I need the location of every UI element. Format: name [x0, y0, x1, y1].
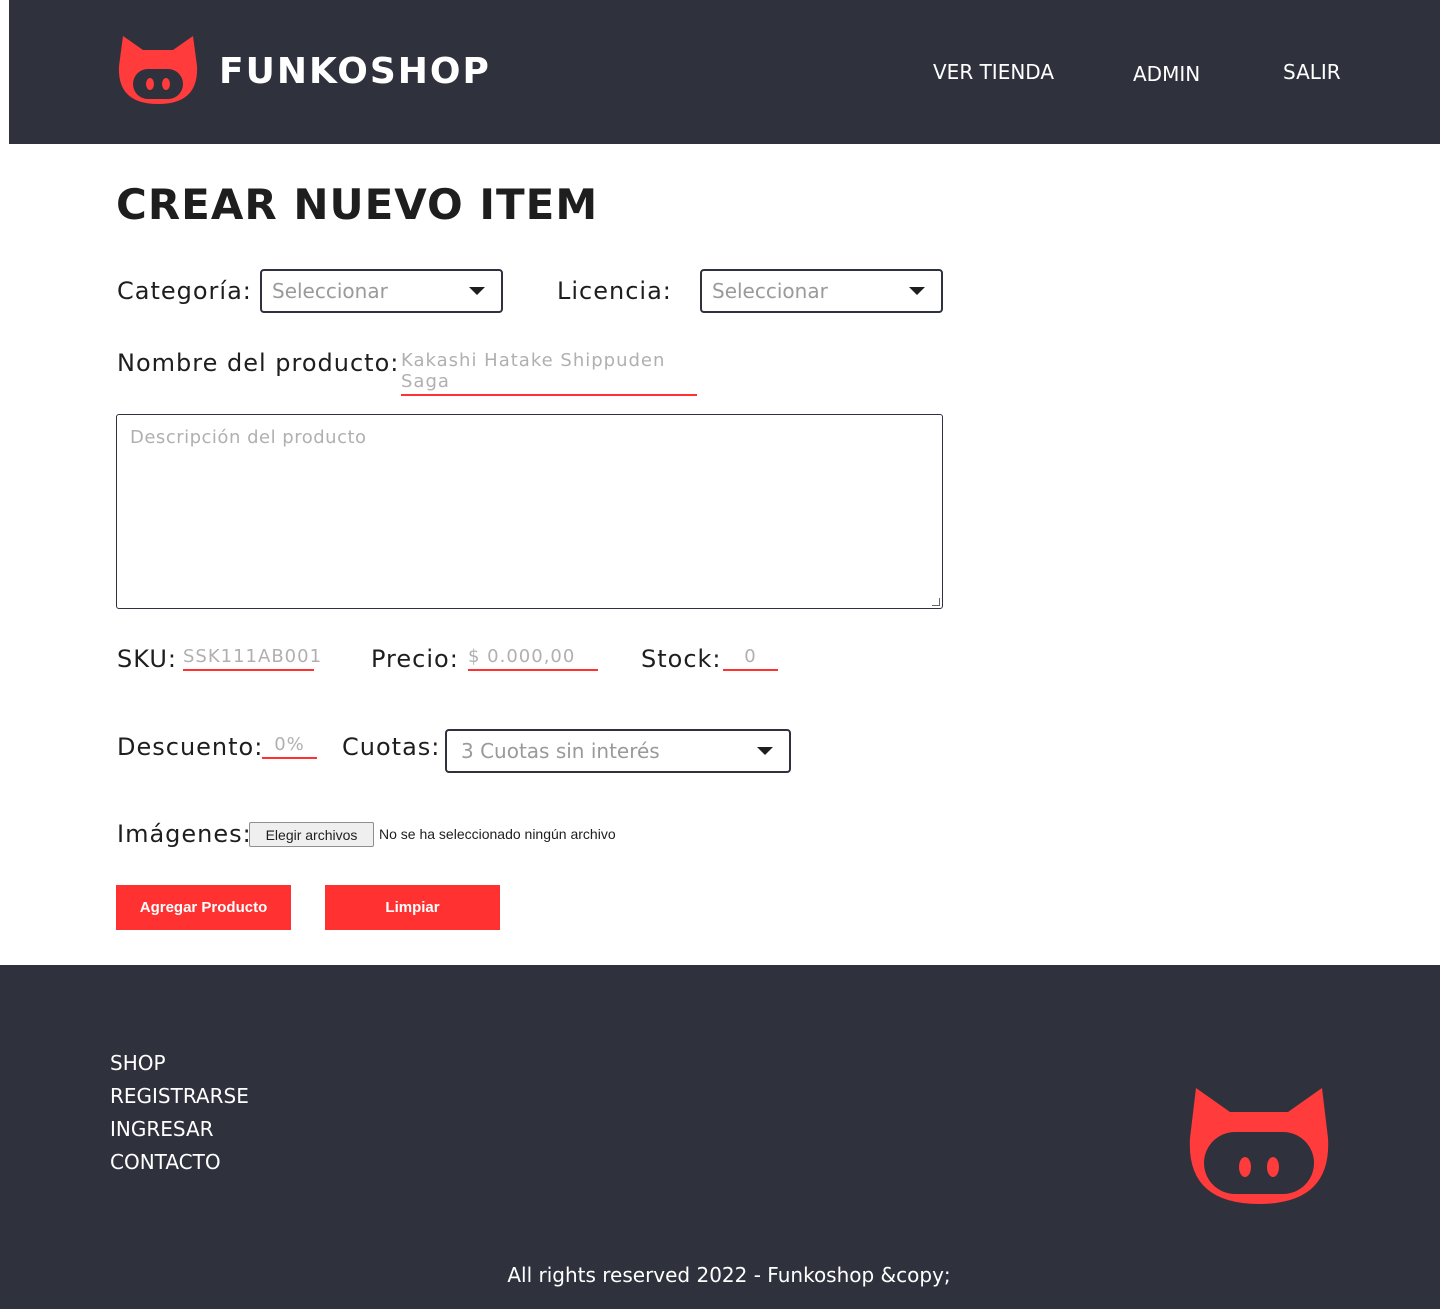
cuotas-label: Cuotas: [342, 733, 441, 761]
footer-link-ingresar[interactable]: INGRESAR [110, 1117, 214, 1141]
file-choose-button[interactable]: Elegir archivos [249, 822, 374, 847]
nombre-input[interactable]: Kakashi Hatake Shippuden Saga [401, 350, 697, 396]
limpiar-button[interactable]: Limpiar [325, 885, 500, 930]
caret-down-icon [909, 287, 925, 295]
sku-input[interactable]: SSK111AB001 [183, 646, 321, 671]
licencia-select[interactable]: Seleccionar [700, 269, 943, 313]
descripcion-placeholder: Descripción del producto [130, 427, 367, 448]
cuotas-select[interactable]: 3 Cuotas sin interés [445, 729, 791, 773]
footer-link-shop[interactable]: SHOP [110, 1051, 166, 1075]
nav-admin[interactable]: ADMIN [1133, 62, 1200, 86]
precio-label: Precio: [371, 645, 459, 673]
page-title: CREAR NUEVO ITEM [116, 180, 599, 229]
agregar-producto-button[interactable]: Agregar Producto [116, 885, 291, 930]
site-header: FUNKOSHOP VER TIENDA ADMIN SALIR [9, 0, 1440, 144]
imagenes-label: Imágenes: [117, 820, 252, 848]
categoria-select-value: Seleccionar [272, 279, 388, 303]
caret-down-icon [469, 287, 485, 295]
sku-label: SKU: [117, 645, 177, 673]
licencia-select-value: Seleccionar [712, 279, 828, 303]
footer-copyright: All rights reserved 2022 - Funkoshop &co… [507, 1263, 951, 1287]
categoria-label: Categoría: [117, 277, 252, 305]
site-footer: SHOP REGISTRARSE INGRESAR CONTACTO All r… [0, 965, 1440, 1309]
stock-label: Stock: [641, 645, 722, 673]
descuento-label: Descuento: [117, 733, 264, 761]
file-status-text: No se ha seleccionado ningún archivo [379, 826, 616, 842]
brand-logo[interactable]: FUNKOSHOP [117, 36, 491, 106]
precio-input[interactable]: $ 0.000,00 [468, 646, 598, 671]
funko-cat-head-icon [118, 36, 198, 104]
licencia-label: Licencia: [557, 277, 672, 305]
resize-grip-icon[interactable] [932, 598, 940, 606]
funko-cat-head-icon [1189, 1088, 1329, 1204]
footer-link-contacto[interactable]: CONTACTO [110, 1150, 221, 1174]
descuento-input[interactable]: 0% [262, 734, 317, 759]
cuotas-select-value: 3 Cuotas sin interés [461, 739, 660, 763]
nav-salir[interactable]: SALIR [1283, 60, 1341, 84]
nav-ver-tienda[interactable]: VER TIENDA [933, 60, 1054, 84]
descripcion-textarea[interactable]: Descripción del producto [116, 414, 943, 609]
caret-down-icon [757, 747, 773, 755]
brand-name: FUNKOSHOP [219, 50, 491, 92]
footer-link-registrarse[interactable]: REGISTRARSE [110, 1084, 249, 1108]
stock-input[interactable]: 0 [723, 646, 778, 671]
nombre-label: Nombre del producto: [117, 349, 400, 377]
categoria-select[interactable]: Seleccionar [260, 269, 503, 313]
